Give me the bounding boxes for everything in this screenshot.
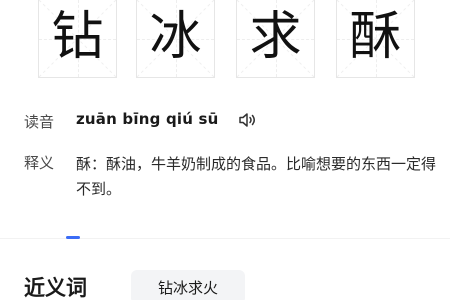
character: 求 bbox=[249, 7, 302, 67]
pinyin-text: zuān bīng qiú sū bbox=[76, 110, 219, 128]
character: 冰 bbox=[149, 7, 202, 67]
definition-text: 酥：酥油，牛羊奶制成的食品。比喻想要的东西一定得不到。 bbox=[76, 155, 437, 198]
speaker-icon[interactable] bbox=[238, 112, 258, 128]
character-box: 冰 bbox=[136, 0, 215, 78]
definition-label: 释义 bbox=[24, 154, 55, 172]
synonym-chip[interactable]: 钻冰求火 bbox=[131, 270, 245, 300]
character: 钻 bbox=[51, 7, 104, 67]
character-box: 酥 bbox=[336, 0, 415, 78]
pronunciation-label: 读音 bbox=[24, 113, 55, 131]
synonyms-title: 近义词 bbox=[24, 276, 87, 300]
tab-indicator bbox=[66, 236, 80, 239]
character-grid: 钻 冰 求 酥 bbox=[38, 0, 418, 80]
character-box: 求 bbox=[236, 0, 315, 78]
character-box: 钻 bbox=[38, 0, 117, 78]
character: 酥 bbox=[349, 7, 402, 67]
